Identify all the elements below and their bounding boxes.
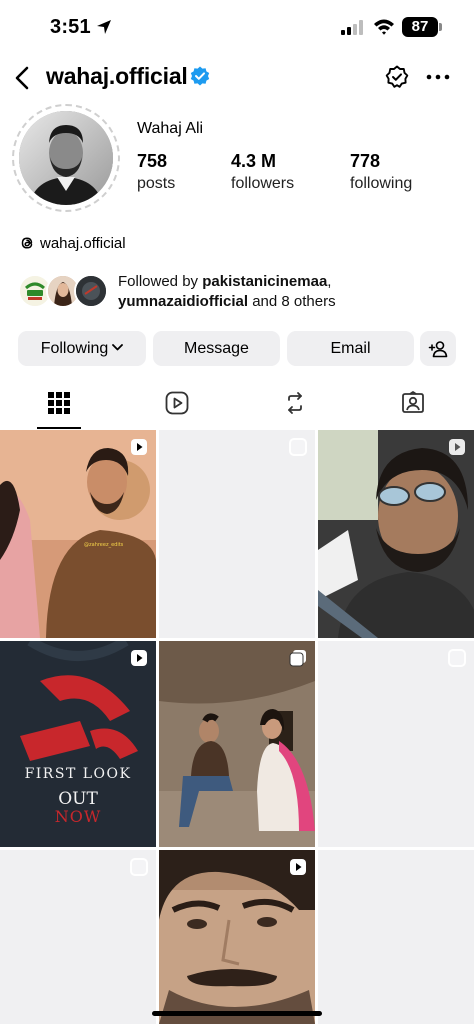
more-options-icon[interactable]: [426, 74, 450, 80]
poster-line-1: FIRST LOOK: [24, 766, 132, 782]
tab-posts-grid[interactable]: [0, 382, 118, 430]
reposts-icon: [288, 392, 302, 414]
tab-reposts[interactable]: [236, 382, 354, 430]
grid-post-2[interactable]: [159, 430, 315, 638]
grid-post-3[interactable]: [318, 430, 474, 638]
followed-by-suffix: and 8 others: [248, 293, 336, 310]
profile-tabs: [0, 382, 474, 430]
multi-post-badge-icon: [448, 649, 466, 667]
post-thumbnail: [318, 430, 474, 638]
active-tab-indicator: [37, 427, 81, 429]
followed-by-sep: ,: [327, 273, 332, 290]
suggested-people-button[interactable]: [420, 331, 456, 366]
grid-post-9[interactable]: [318, 850, 474, 1024]
home-indicator[interactable]: [152, 1011, 322, 1016]
reels-icon: [165, 391, 189, 415]
profile-avatar[interactable]: [19, 111, 113, 205]
following-label: following: [350, 175, 413, 192]
message-button-label: Message: [184, 340, 249, 357]
status-bar: 3:51 87: [0, 0, 474, 58]
multi-post-badge-icon: [130, 858, 148, 876]
grid-post-4[interactable]: FIRST LOOK OUT NOW: [0, 641, 156, 847]
multi-post-badge-icon: [289, 438, 307, 456]
header-username: wahaj.official: [46, 63, 188, 89]
following-count: 778: [350, 151, 381, 171]
wifi-icon: [374, 19, 394, 35]
following-button[interactable]: Following: [18, 331, 146, 366]
multi-post-badge-icon: [289, 650, 306, 667]
followed-by-user2[interactable]: yumnazaidiofficial: [118, 293, 248, 310]
status-time: 3:51: [50, 16, 91, 38]
followed-by-user1[interactable]: pakistanicinemaa: [202, 273, 327, 290]
reel-badge-icon: [131, 439, 147, 455]
email-button-label: Email: [330, 340, 371, 357]
mutual-photo: [76, 276, 106, 306]
battery-indicator: 87: [402, 17, 438, 37]
avatar-photo: [19, 111, 113, 205]
poster-line-2: OUT: [58, 789, 98, 809]
followers-stat[interactable]: 4.3 M followers: [231, 151, 294, 193]
posts-grid: @zahreez_edits FIRST LOOK OUT NOW: [0, 430, 474, 1024]
grid-post-5[interactable]: [159, 641, 315, 847]
following-button-label: Following: [40, 340, 109, 357]
grid-post-7[interactable]: [0, 850, 156, 1024]
post-thumbnail: [0, 430, 156, 638]
followers-count: 4.3 M: [231, 151, 277, 171]
reel-badge-icon: [449, 439, 465, 455]
posts-count: 758: [137, 151, 168, 171]
tab-tagged[interactable]: [354, 382, 472, 430]
poster-line-3: NOW: [54, 807, 102, 826]
posts-label: posts: [137, 175, 176, 192]
followed-by-prefix: Followed by: [118, 273, 203, 290]
threads-icon: [21, 237, 33, 249]
followed-by-text[interactable]: Followed by pakistanicinemaa, yumnazaidi…: [118, 272, 468, 312]
mutual-followers-avatars[interactable]: [18, 270, 118, 312]
threads-handle: wahaj.official: [40, 234, 126, 252]
posts-stat[interactable]: 758 posts: [137, 151, 175, 193]
watermark-text: @zahreez_edits: [84, 542, 124, 548]
followers-label: followers: [231, 175, 295, 192]
cellular-signal-icon: [341, 20, 363, 35]
display-name: Wahaj Ali: [137, 120, 204, 137]
mutual-avatar-other: [74, 274, 108, 308]
reel-badge-icon: [131, 650, 147, 666]
chevron-down-icon: [112, 344, 124, 351]
battery-nub: [439, 23, 442, 31]
location-arrow-icon: [97, 20, 111, 34]
grid-post-8[interactable]: [159, 850, 315, 1024]
profile-header: wahaj.official: [0, 58, 474, 98]
notification-bell-icon[interactable]: [384, 64, 410, 90]
post-thumbnail: [159, 850, 315, 1024]
add-person-icon: [428, 341, 448, 358]
tab-reels[interactable]: [118, 382, 236, 430]
grid-icon: [48, 392, 70, 414]
grid-post-6[interactable]: [318, 641, 474, 847]
reel-badge-icon: [290, 859, 306, 875]
following-stat[interactable]: 778 following: [350, 151, 412, 193]
grid-post-1[interactable]: @zahreez_edits: [0, 430, 156, 638]
back-arrow-icon[interactable]: [12, 65, 34, 91]
verified-badge-icon: [190, 66, 210, 86]
tagged-person-icon: [402, 391, 424, 413]
message-button[interactable]: Message: [153, 331, 280, 366]
post-thumbnail: [159, 641, 315, 847]
email-button[interactable]: Email: [287, 331, 414, 366]
threads-link[interactable]: wahaj.official: [18, 233, 126, 253]
